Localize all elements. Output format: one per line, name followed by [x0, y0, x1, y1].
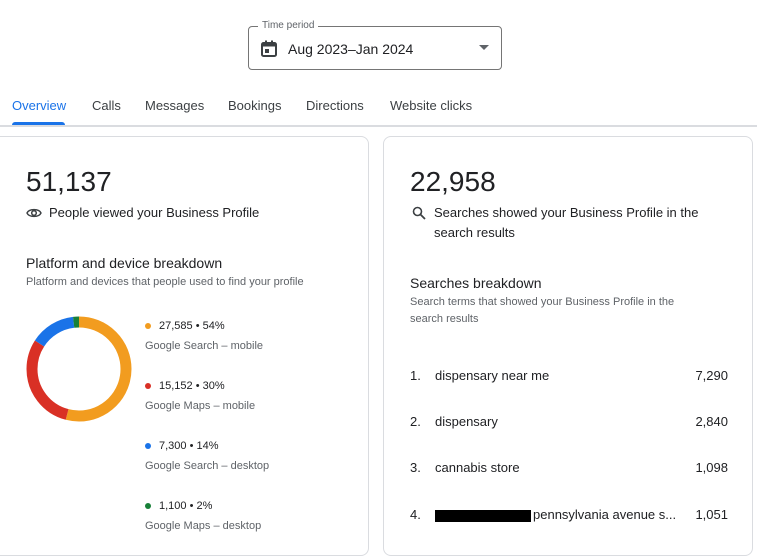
search-term-row: 2. dispensary 2,840	[410, 412, 728, 432]
legend-label: Google Maps – desktop	[145, 520, 262, 532]
searches-description-line1: Searches showed your Business Profile in…	[434, 205, 699, 220]
search-term-rank: 4.	[410, 507, 421, 522]
searches-breakdown-subtitle-line2: search results	[410, 313, 479, 325]
legend-color-dot	[145, 383, 151, 389]
search-term-row: 4. pennsylvania avenue s... 1,051	[410, 505, 728, 525]
time-period-select[interactable]: Time period Aug 2023–Jan 2024	[248, 19, 502, 70]
tab-bookings[interactable]: Bookings	[228, 98, 281, 113]
legend-value: 15,152 • 30%	[159, 380, 225, 392]
legend-value: 7,300 • 14%	[159, 440, 219, 452]
time-period-label: Time period	[258, 19, 319, 33]
search-term-row: 3. cannabis store 1,098	[410, 458, 728, 478]
platform-breakdown-title: Platform and device breakdown	[26, 255, 223, 271]
search-term-count: 2,840	[695, 414, 728, 429]
legend-label: Google Search – mobile	[145, 340, 264, 352]
search-term-count: 1,098	[695, 460, 728, 475]
tab-messages[interactable]: Messages	[145, 98, 204, 113]
legend-value: 1,100 • 2%	[159, 500, 213, 512]
searches-card	[383, 136, 753, 556]
search-term-text: pennsylvania avenue s...	[533, 507, 677, 522]
profile-views-description: People viewed your Business Profile	[49, 205, 260, 220]
searches-breakdown-subtitle-line1: Search terms that showed your Business P…	[410, 296, 675, 308]
search-term-text: dispensary near me	[435, 368, 550, 383]
search-term-rank: 1.	[410, 368, 421, 383]
search-term-rank: 2.	[410, 414, 421, 429]
legend-color-dot	[145, 323, 151, 329]
legend-label: Google Search – desktop	[145, 460, 270, 472]
legend-color-dot	[145, 503, 151, 509]
tab-overview[interactable]: Overview	[12, 98, 66, 113]
legend-label: Google Maps – mobile	[145, 400, 256, 412]
search-icon	[412, 206, 426, 220]
legend-color-dot	[145, 443, 151, 449]
legend-value: 27,585 • 54%	[159, 320, 225, 332]
tabs-divider	[0, 125, 757, 127]
search-term-redacted: pennsylvania avenue s...	[435, 505, 676, 525]
searches-breakdown-title: Searches breakdown	[410, 275, 542, 291]
redaction-bar	[435, 509, 531, 522]
platform-breakdown-subtitle: Platform and devices that people used to…	[26, 276, 304, 288]
calendar-icon	[261, 40, 277, 57]
search-term-count: 7,290	[695, 368, 728, 383]
search-term-row: 1. dispensary near me 7,290	[410, 366, 728, 386]
profile-views-count: 51,137	[26, 166, 112, 197]
platform-donut-chart	[26, 316, 132, 422]
time-period-value: Aug 2023–Jan 2024	[288, 41, 414, 57]
search-term-count: 1,051	[695, 507, 728, 522]
search-term-text: dispensary	[435, 414, 498, 429]
tab-website-clicks[interactable]: Website clicks	[390, 98, 472, 113]
search-term-rank: 3.	[410, 460, 421, 475]
searches-description-line2: search results	[434, 225, 515, 240]
dropdown-arrow-icon	[479, 45, 489, 50]
tab-directions[interactable]: Directions	[306, 98, 364, 113]
tab-calls[interactable]: Calls	[92, 98, 121, 113]
searches-count: 22,958	[410, 166, 496, 197]
eye-icon	[26, 208, 42, 218]
tab-bar: Overview Calls Messages Bookings Directi…	[0, 88, 757, 126]
search-term-text: cannabis store	[435, 460, 520, 475]
